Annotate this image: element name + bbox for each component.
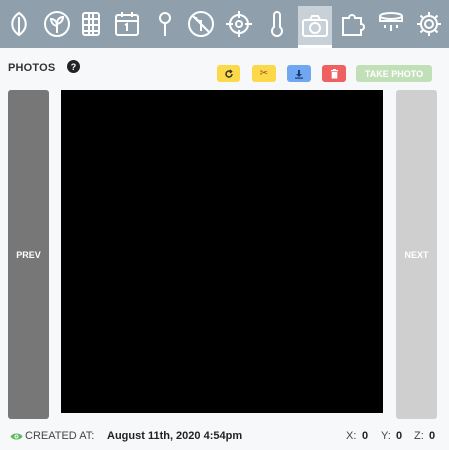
garden-bed-icon[interactable] xyxy=(74,7,108,41)
crosshair-icon[interactable] xyxy=(222,7,256,41)
delete-button[interactable] xyxy=(322,65,346,82)
x-value: 0 xyxy=(362,430,369,442)
calendar-icon[interactable] xyxy=(110,7,144,41)
y-label: Y: xyxy=(381,430,391,442)
download-icon xyxy=(295,69,303,79)
take-photo-button[interactable]: TAKE PHOTO xyxy=(356,65,432,82)
gear-icon[interactable] xyxy=(412,7,446,41)
leaf-icon[interactable] xyxy=(2,7,36,41)
eye-icon[interactable] xyxy=(10,432,23,441)
y-value: 0 xyxy=(396,430,403,442)
trash-icon xyxy=(330,68,338,78)
plants-icon[interactable] xyxy=(40,7,74,41)
x-label: X: xyxy=(346,430,357,442)
download-button[interactable] xyxy=(287,65,311,82)
next-button[interactable]: NEXT xyxy=(396,90,437,419)
help-icon[interactable]: ? xyxy=(67,60,80,73)
thermometer-icon[interactable] xyxy=(260,7,294,41)
rotate-icon xyxy=(224,68,233,78)
photos-panel: PHOTOS ? ✂ TAKE PHOTO PREV NEXT CREATED … xyxy=(0,48,449,450)
z-value: 0 xyxy=(429,430,436,442)
crop-button[interactable]: ✂ xyxy=(252,65,276,82)
created-at-label: CREATED AT: xyxy=(25,430,95,442)
camera-icon[interactable] xyxy=(298,6,332,48)
top-nav xyxy=(0,0,449,48)
scissors-icon: ✂ xyxy=(259,68,269,79)
page-title: PHOTOS xyxy=(8,62,56,74)
z-label: Z: xyxy=(414,430,424,442)
pin-icon[interactable] xyxy=(148,7,182,41)
prev-button[interactable]: PREV xyxy=(8,90,49,419)
water-icon[interactable] xyxy=(374,7,408,41)
no-weeds-icon[interactable] xyxy=(184,7,218,41)
puzzle-icon[interactable] xyxy=(336,7,370,41)
rotate-button[interactable] xyxy=(217,65,240,82)
created-at-value: August 11th, 2020 4:54pm xyxy=(107,430,243,442)
photo-metadata: CREATED AT: August 11th, 2020 4:54pm X: … xyxy=(0,429,449,449)
photo-viewer xyxy=(61,90,383,413)
